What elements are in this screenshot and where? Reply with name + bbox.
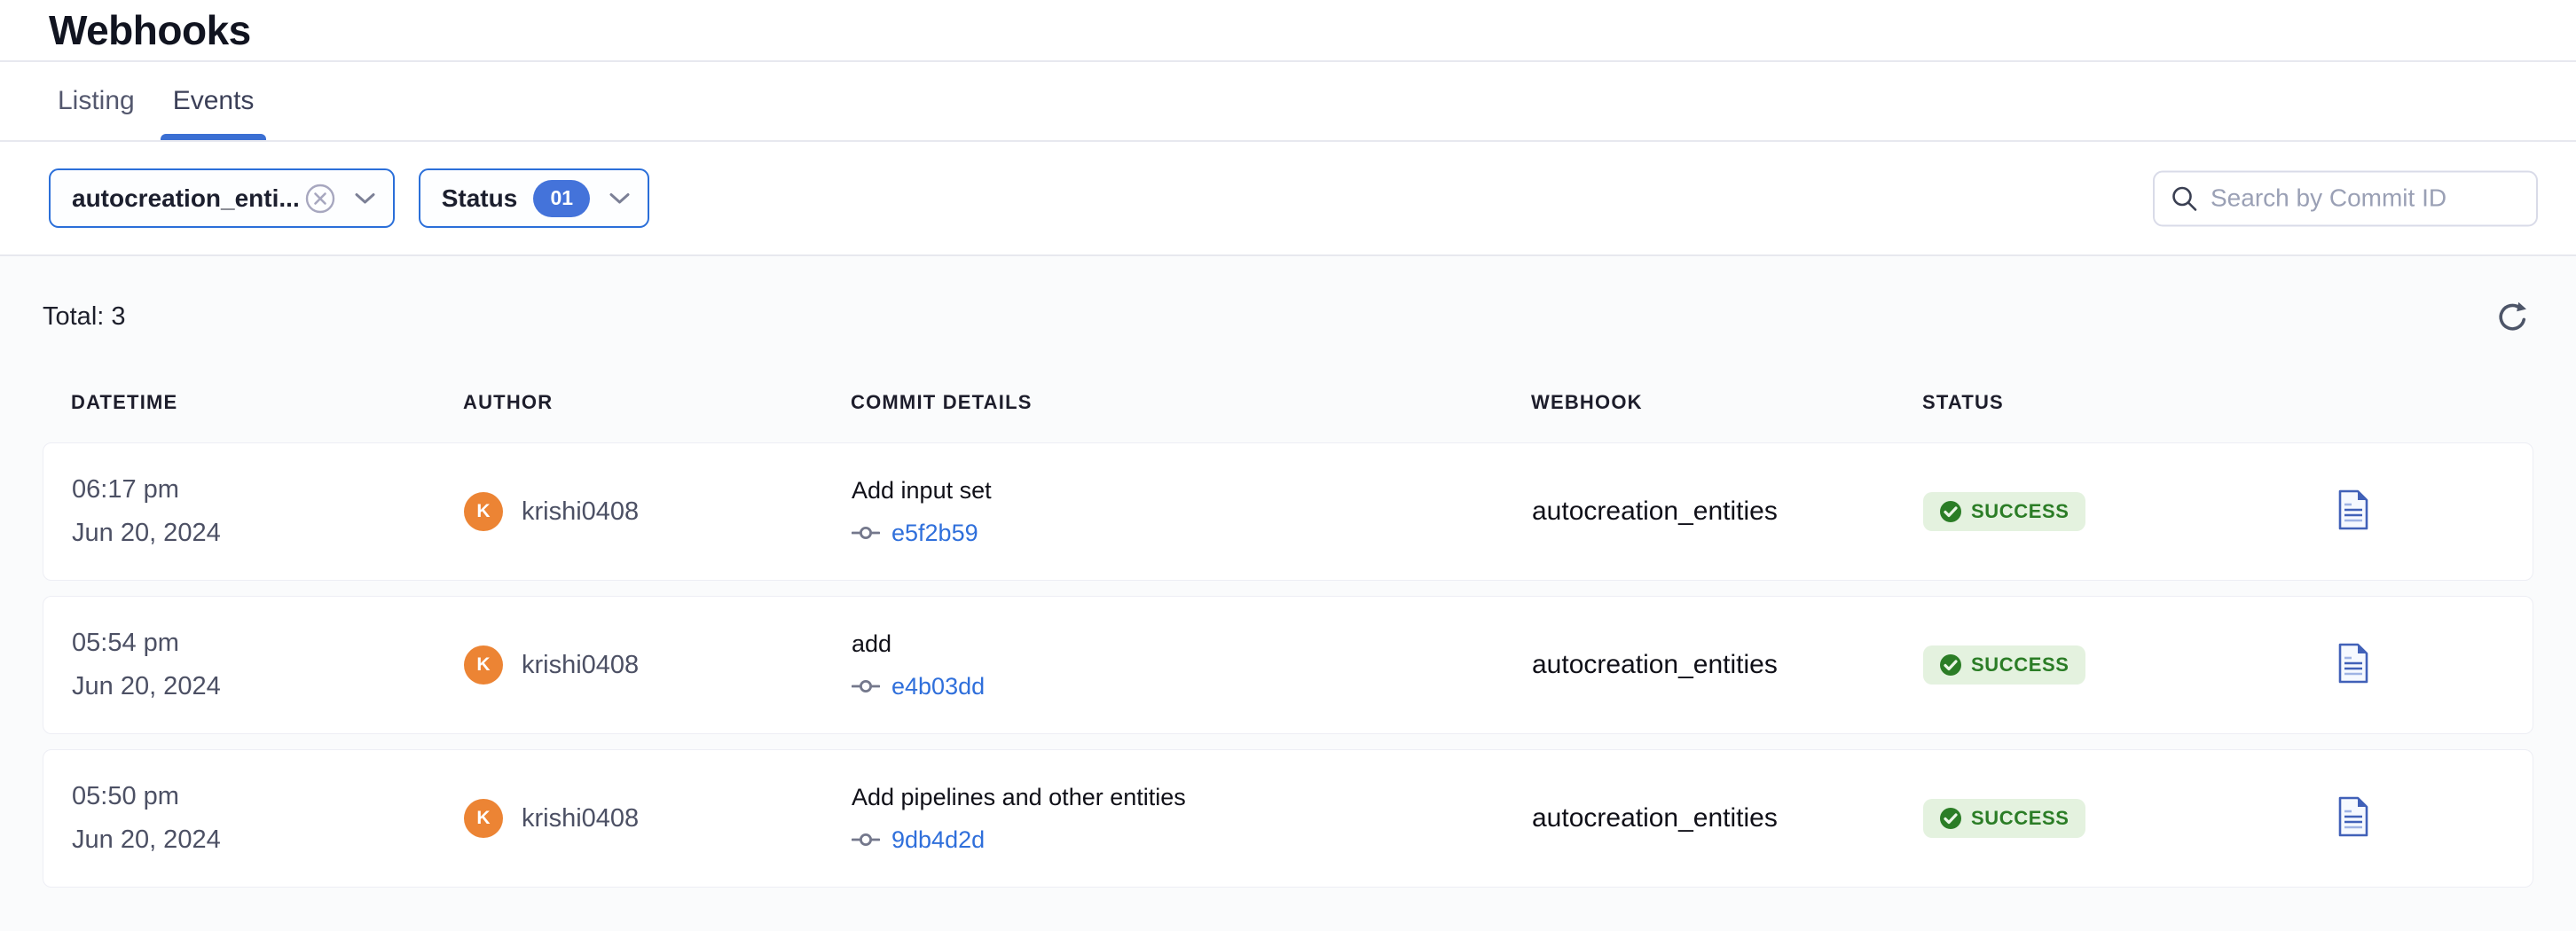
table-row: 05:54 pm Jun 20, 2024 K krishi0408 add e… xyxy=(43,596,2533,734)
refresh-icon[interactable] xyxy=(2493,296,2533,337)
commit-message: add xyxy=(852,630,1532,658)
payload-document-icon[interactable] xyxy=(2336,643,2370,684)
event-date: Jun 20, 2024 xyxy=(72,519,464,548)
check-circle-icon xyxy=(1939,500,1962,523)
column-header-webhook: WEBHOOK xyxy=(1531,391,1922,414)
commit-details-cell: Add input set e5f2b59 xyxy=(852,477,1532,547)
events-content: Total: 3 DATETIME AUTHOR COMMIT DETAILS … xyxy=(0,256,2576,931)
column-header-commit-details: COMMIT DETAILS xyxy=(851,391,1531,414)
event-date: Jun 20, 2024 xyxy=(72,825,464,855)
status-cell: SUCCESS xyxy=(1923,799,2336,838)
commit-search-box xyxy=(2153,170,2538,226)
table-row: 05:50 pm Jun 20, 2024 K krishi0408 Add p… xyxy=(43,749,2533,888)
status-badge: SUCCESS xyxy=(1923,799,2085,838)
git-commit-icon xyxy=(852,526,880,540)
webhook-filter-label: autocreation_enti... xyxy=(72,184,300,213)
page-title: Webhooks xyxy=(49,6,251,54)
actions-cell xyxy=(2336,796,2504,841)
status-filter-chip[interactable]: Status 01 xyxy=(419,168,650,228)
table-row: 06:17 pm Jun 20, 2024 K krishi0408 Add i… xyxy=(43,442,2533,581)
check-circle-icon xyxy=(1939,653,1962,677)
payload-document-icon[interactable] xyxy=(2336,489,2370,530)
status-label: SUCCESS xyxy=(1971,807,2069,830)
chevron-down-icon xyxy=(609,192,630,205)
filter-bar: autocreation_enti... Status 01 xyxy=(0,142,2576,256)
webhook-name: autocreation_entities xyxy=(1532,497,1923,527)
status-badge: SUCCESS xyxy=(1923,492,2085,531)
page-header: Webhooks xyxy=(0,0,2576,62)
status-label: SUCCESS xyxy=(1971,500,2069,523)
status-cell: SUCCESS xyxy=(1923,492,2336,531)
column-header-author: AUTHOR xyxy=(463,391,851,414)
author-name: krishi0408 xyxy=(522,804,639,833)
avatar: K xyxy=(464,645,503,685)
table-header-row: DATETIME AUTHOR COMMIT DETAILS WEBHOOK S… xyxy=(43,391,2533,414)
avatar: K xyxy=(464,799,503,838)
tab-bar: Listing Events xyxy=(0,62,2576,142)
author-cell: K krishi0408 xyxy=(464,645,852,685)
status-badge: SUCCESS xyxy=(1923,645,2085,685)
datetime-cell: 05:54 pm Jun 20, 2024 xyxy=(72,629,464,701)
commit-id-link[interactable]: e4b03dd xyxy=(891,673,985,700)
datetime-cell: 05:50 pm Jun 20, 2024 xyxy=(72,782,464,855)
commit-message: Add pipelines and other entities xyxy=(852,784,1532,811)
search-icon xyxy=(2171,184,2198,212)
webhook-filter-chip[interactable]: autocreation_enti... xyxy=(49,168,395,228)
status-label: SUCCESS xyxy=(1971,653,2069,677)
commit-id-link[interactable]: 9db4d2d xyxy=(891,826,985,854)
status-filter-label: Status xyxy=(442,184,518,213)
event-time: 06:17 pm xyxy=(72,475,464,505)
tab-listing[interactable]: Listing xyxy=(45,62,147,140)
datetime-cell: 06:17 pm Jun 20, 2024 xyxy=(72,475,464,548)
author-name: krishi0408 xyxy=(522,651,639,680)
actions-cell xyxy=(2336,643,2504,688)
column-header-datetime: DATETIME xyxy=(71,391,463,414)
author-cell: K krishi0408 xyxy=(464,799,852,838)
event-date: Jun 20, 2024 xyxy=(72,672,464,701)
events-toolbar: Total: 3 xyxy=(43,297,2533,336)
check-circle-icon xyxy=(1939,807,1962,830)
webhook-name: autocreation_entities xyxy=(1532,803,1923,833)
commit-search-input[interactable] xyxy=(2211,184,2522,213)
commit-message: Add input set xyxy=(852,477,1532,505)
event-time: 05:50 pm xyxy=(72,782,464,811)
commit-details-cell: Add pipelines and other entities 9db4d2d xyxy=(852,784,1532,854)
actions-cell xyxy=(2336,489,2504,535)
tab-events[interactable]: Events xyxy=(161,62,267,140)
author-cell: K krishi0408 xyxy=(464,492,852,531)
webhook-name: autocreation_entities xyxy=(1532,650,1923,680)
column-header-status: STATUS xyxy=(1922,391,2336,414)
commit-id-link[interactable]: e5f2b59 xyxy=(891,520,978,547)
circled-x-icon[interactable] xyxy=(305,184,335,214)
author-name: krishi0408 xyxy=(522,497,639,527)
chevron-down-icon xyxy=(355,192,375,205)
event-time: 05:54 pm xyxy=(72,629,464,658)
table-body: 06:17 pm Jun 20, 2024 K krishi0408 Add i… xyxy=(43,442,2533,888)
git-commit-icon xyxy=(852,833,880,847)
commit-details-cell: add e4b03dd xyxy=(852,630,1532,700)
payload-document-icon[interactable] xyxy=(2336,796,2370,837)
avatar: K xyxy=(464,492,503,531)
total-count-label: Total: 3 xyxy=(43,302,126,332)
git-commit-icon xyxy=(852,679,880,693)
status-filter-count-badge: 01 xyxy=(533,180,590,217)
status-cell: SUCCESS xyxy=(1923,645,2336,685)
